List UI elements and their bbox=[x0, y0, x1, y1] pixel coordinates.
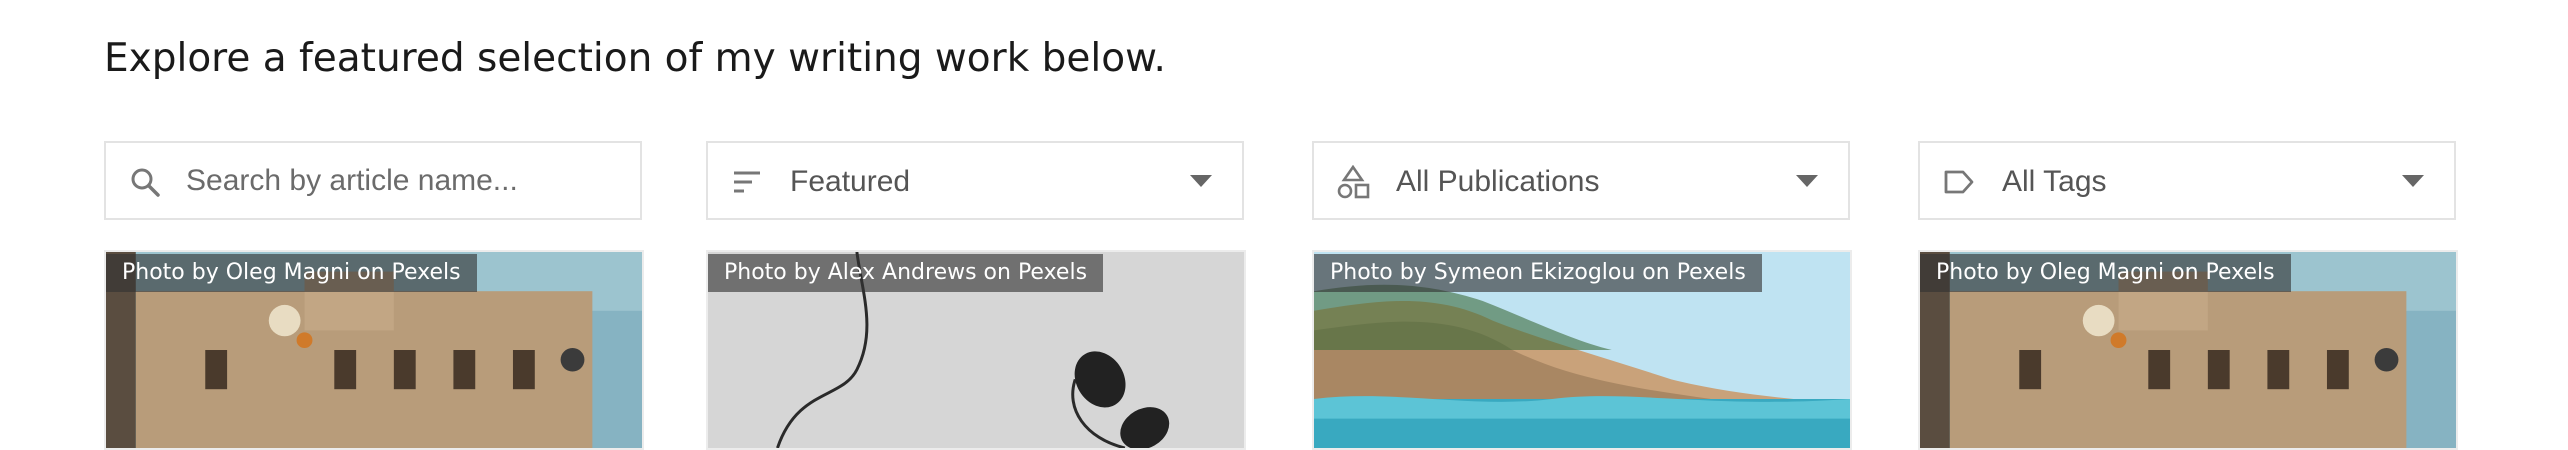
chevron-down-icon bbox=[2402, 175, 2424, 187]
shapes-icon bbox=[1337, 165, 1370, 199]
sort-selected: Featured bbox=[790, 165, 911, 198]
article-card[interactable]: Photo by Symeon Ekizoglou on Pexels bbox=[1312, 250, 1852, 450]
article-card[interactable]: Photo by Oleg Magni on Pexels bbox=[1918, 250, 2458, 450]
sort-icon bbox=[734, 171, 760, 193]
chevron-down-icon bbox=[1796, 175, 1818, 187]
photo-credit: Photo by Alex Andrews on Pexels bbox=[708, 254, 1104, 292]
publications-selected: All Publications bbox=[1396, 165, 1600, 198]
photo-credit: Photo by Oleg Magni on Pexels bbox=[106, 254, 477, 292]
photo-credit: Photo by Oleg Magni on Pexels bbox=[1920, 254, 2291, 292]
publications-select[interactable]: All Publications bbox=[1312, 141, 1850, 220]
search-icon bbox=[131, 168, 160, 197]
search-field[interactable] bbox=[104, 141, 642, 220]
article-card[interactable]: Photo by Oleg Magni on Pexels bbox=[104, 250, 644, 450]
intro-text: Explore a featured selection of my writi… bbox=[104, 36, 1166, 81]
photo-credit: Photo by Symeon Ekizoglou on Pexels bbox=[1314, 254, 1762, 292]
tag-icon bbox=[1944, 170, 1974, 194]
article-card[interactable]: Photo by Alex Andrews on Pexels bbox=[706, 250, 1246, 450]
tags-selected: All Tags bbox=[2002, 165, 2107, 198]
search-input[interactable] bbox=[186, 157, 616, 205]
chevron-down-icon bbox=[1190, 175, 1212, 187]
tags-select[interactable]: All Tags bbox=[1918, 141, 2456, 220]
sort-select[interactable]: Featured bbox=[706, 141, 1244, 220]
